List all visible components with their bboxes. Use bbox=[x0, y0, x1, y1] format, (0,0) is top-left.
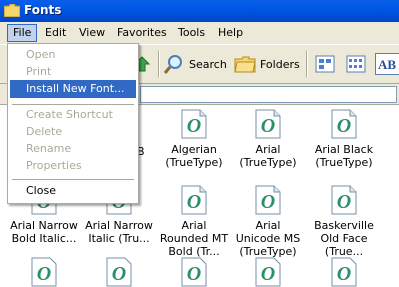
font-file-icon[interactable]: O bbox=[255, 257, 281, 287]
menu-bar: File Edit View Favorites Tools Help bbox=[0, 22, 399, 45]
list-view-icon[interactable] bbox=[345, 53, 367, 75]
search-button[interactable]: Search bbox=[163, 51, 227, 77]
font-file-icon[interactable]: O bbox=[331, 257, 357, 287]
svg-text:O: O bbox=[261, 191, 275, 213]
font-label: Arial (TrueType) bbox=[239, 143, 297, 169]
menu-item-print[interactable]: Print bbox=[10, 63, 136, 81]
font-item[interactable]: O Arial Black (TrueType) bbox=[308, 109, 380, 169]
menu-separator bbox=[12, 104, 134, 105]
svg-text:O: O bbox=[261, 263, 275, 285]
menu-separator bbox=[12, 179, 134, 180]
menu-help[interactable]: Help bbox=[213, 25, 248, 41]
menu-edit[interactable]: Edit bbox=[40, 25, 71, 41]
menu-item-create-shortcut[interactable]: Create Shortcut bbox=[10, 106, 136, 124]
font-label: Arial Narrow Italic (Tru... bbox=[85, 219, 153, 245]
menu-favorites[interactable]: Favorites bbox=[112, 25, 172, 41]
font-label: Arial Black (TrueType) bbox=[314, 143, 374, 169]
font-file-icon[interactable]: O bbox=[181, 257, 207, 287]
font-file-icon: O bbox=[331, 109, 357, 139]
font-item[interactable]: O Baskerville Old Face (True... bbox=[308, 185, 380, 258]
font-item[interactable]: O Algerian (TrueType) bbox=[158, 109, 230, 169]
similarity-view-button[interactable]: AB bbox=[375, 53, 399, 75]
svg-text:O: O bbox=[187, 115, 201, 137]
menu-item-rename[interactable]: Rename bbox=[10, 140, 136, 158]
font-item[interactable]: O Arial Rounded MT Bold (Tr... bbox=[158, 185, 230, 258]
font-label: Arial Unicode MS (TrueType) bbox=[235, 219, 301, 258]
font-label: Arial Rounded MT Bold (Tr... bbox=[159, 219, 229, 258]
menu-item-open[interactable]: Open bbox=[10, 46, 136, 64]
font-file-icon: O bbox=[181, 185, 207, 215]
large-icons-view-icon[interactable] bbox=[314, 53, 336, 75]
font-file-icon: O bbox=[331, 185, 357, 215]
font-item[interactable]: O Arial Unicode MS (TrueType) bbox=[232, 185, 304, 258]
svg-text:O: O bbox=[337, 115, 351, 137]
menu-item-install-new-font[interactable]: Install New Font... bbox=[10, 80, 136, 98]
folders-label: Folders bbox=[260, 57, 300, 71]
menu-item-close[interactable]: Close bbox=[10, 182, 136, 200]
menu-view[interactable]: View bbox=[74, 25, 110, 41]
font-label: Algerian (TrueType) bbox=[165, 143, 223, 169]
svg-text:O: O bbox=[261, 115, 275, 137]
menu-item-properties[interactable]: Properties bbox=[10, 157, 136, 175]
search-label: Search bbox=[189, 57, 227, 71]
menu-tools[interactable]: Tools bbox=[173, 25, 210, 41]
font-label: Baskerville Old Face (True... bbox=[314, 219, 374, 258]
folders-button[interactable]: Folders bbox=[234, 51, 300, 77]
font-file-icon: O bbox=[255, 109, 281, 139]
svg-text:O: O bbox=[112, 263, 126, 285]
font-file-icon[interactable]: O bbox=[31, 257, 57, 287]
menu-item-delete[interactable]: Delete bbox=[10, 123, 136, 141]
svg-text:O: O bbox=[187, 191, 201, 213]
window-title: Fonts bbox=[24, 3, 62, 17]
toolbar-separator bbox=[306, 51, 308, 77]
svg-text:O: O bbox=[37, 263, 51, 285]
file-menu-dropdown: Open Print Install New Font... Create Sh… bbox=[7, 43, 139, 204]
svg-text:O: O bbox=[337, 263, 351, 285]
font-file-icon: O bbox=[181, 109, 207, 139]
font-file-icon: O bbox=[255, 185, 281, 215]
toolbar-separator bbox=[158, 51, 160, 77]
font-label: Arial Narrow Bold Italic... bbox=[10, 219, 78, 245]
font-item[interactable]: O Arial (TrueType) bbox=[232, 109, 304, 169]
svg-text:O: O bbox=[337, 191, 351, 213]
font-file-icon[interactable]: O bbox=[106, 257, 132, 287]
title-bar: Fonts bbox=[0, 0, 399, 22]
svg-text:O: O bbox=[187, 263, 201, 285]
menu-file[interactable]: File bbox=[7, 24, 38, 42]
search-icon bbox=[163, 55, 182, 74]
folders-icon bbox=[234, 56, 256, 73]
folder-icon bbox=[4, 4, 20, 17]
address-input[interactable] bbox=[140, 86, 397, 103]
